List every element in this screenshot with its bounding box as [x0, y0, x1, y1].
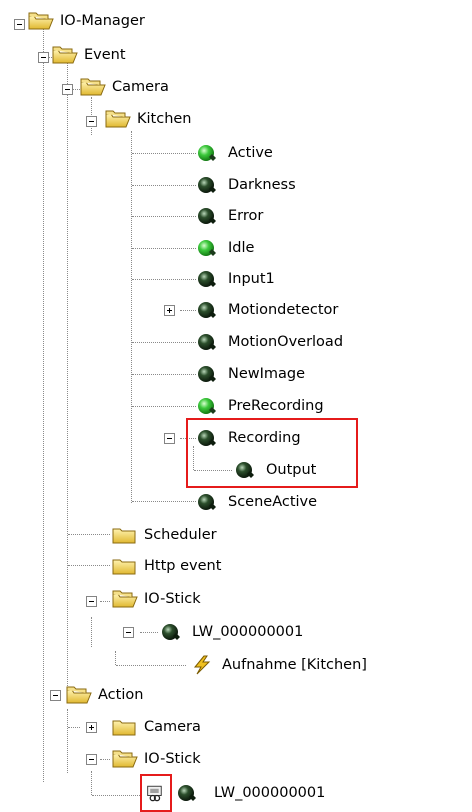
collapse-toggle-io-manager[interactable]: [14, 19, 25, 30]
tree-label-scheduler: Scheduler: [144, 527, 217, 543]
tree-label-io-manager: IO-Manager: [60, 13, 145, 29]
folder-open-icon: [52, 46, 78, 64]
tree-label-http-event: Http event: [144, 558, 222, 574]
tree-label-prerecording: PreRecording: [228, 398, 324, 414]
tree-label-error: Error: [228, 208, 264, 224]
status-green-ball-icon: [198, 240, 216, 256]
tree-label-newimage: NewImage: [228, 366, 306, 382]
tree-label-input1: Input1: [228, 271, 275, 287]
collapse-toggle-camera[interactable]: [62, 84, 73, 95]
status-green-ball-icon: [198, 145, 216, 161]
tree-label-action: Action: [98, 687, 144, 703]
status-dark-ball-icon: [198, 177, 216, 193]
tree-label-lw-device: LW_000000001: [192, 624, 304, 640]
tree-label-event: Event: [84, 47, 126, 63]
collapse-toggle-event[interactable]: [38, 52, 49, 63]
tree-label-action-io-stick: IO-Stick: [144, 751, 201, 767]
tree-label-kitchen: Kitchen: [137, 111, 192, 127]
folder-open-icon: [112, 750, 138, 768]
status-dark-ball-icon: [198, 494, 216, 510]
folder-icon: [112, 720, 136, 736]
tree-label-camera: Camera: [112, 79, 169, 95]
tree-label-sceneactive: SceneActive: [228, 494, 318, 510]
folder-open-icon: [28, 12, 54, 30]
tree-label-active: Active: [228, 145, 273, 161]
folder-open-icon: [112, 590, 138, 608]
status-green-ball-icon: [198, 398, 216, 414]
expand-toggle-action-camera[interactable]: [86, 722, 97, 733]
status-dark-ball-icon: [162, 624, 180, 640]
tree-label-action-camera: Camera: [144, 719, 201, 735]
highlight-linked-device-icon: [140, 774, 172, 812]
folder-open-icon: [66, 686, 92, 704]
collapse-toggle-recording[interactable]: [164, 433, 175, 444]
expand-toggle-motiondetector[interactable]: [164, 305, 175, 316]
tree-label-darkness: Darkness: [228, 177, 296, 193]
highlight-recording-output: [186, 418, 358, 488]
tree-label-motionoverload: MotionOverload: [228, 334, 344, 350]
collapse-toggle-io-stick[interactable]: [86, 596, 97, 607]
folder-open-icon: [105, 110, 131, 128]
folder-icon: [112, 559, 136, 575]
status-dark-ball-icon: [198, 366, 216, 382]
folder-open-icon: [80, 78, 106, 96]
collapse-toggle-kitchen[interactable]: [86, 116, 97, 127]
tree-label-idle: Idle: [228, 240, 255, 256]
status-dark-ball-icon: [198, 302, 216, 318]
folder-icon: [112, 528, 136, 544]
io-manager-tree: IO-Manager Event Camera Kitchen Active D…: [0, 0, 472, 812]
tree-label-io-stick: IO-Stick: [144, 591, 201, 607]
status-dark-ball-icon: [198, 334, 216, 350]
collapse-toggle-action[interactable]: [50, 690, 61, 701]
status-dark-ball-icon: [198, 271, 216, 287]
tree-label-action-lw-device: LW_000000001: [214, 785, 326, 801]
status-dark-ball-icon: [198, 208, 216, 224]
collapse-toggle-action-io-stick[interactable]: [86, 754, 97, 765]
tree-label-aufnahme: Aufnahme [Kitchen]: [222, 657, 367, 673]
tree-label-motiondetector: Motiondetector: [228, 302, 339, 318]
collapse-toggle-lw-device[interactable]: [123, 627, 134, 638]
status-dark-ball-icon: [178, 785, 196, 801]
lightning-icon: [193, 655, 211, 675]
